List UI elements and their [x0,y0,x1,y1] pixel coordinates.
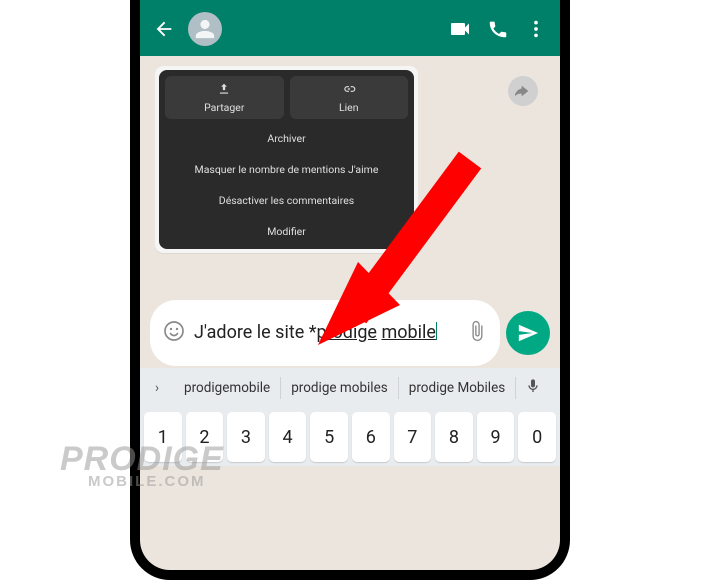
voice-input-button[interactable] [516,378,550,398]
message-input-container: J'adore le site *prodige mobile [150,300,500,366]
expand-suggestions-button[interactable]: › [140,380,174,396]
phone-frame: 00:13 ⏰ 80 % [130,0,570,580]
watermark-line1: PRODIGE [60,444,224,475]
attach-button[interactable] [466,320,488,346]
menu-edit[interactable]: Modifier [165,216,408,247]
text-cursor [436,322,438,340]
menu-link-label: Lien [339,101,359,114]
app-bar [140,2,560,56]
key-5[interactable]: 5 [310,412,348,462]
message-input[interactable]: J'adore le site *prodige mobile [194,322,458,345]
menu-link[interactable]: Lien [290,76,409,119]
key-8[interactable]: 8 [435,412,473,462]
key-9[interactable]: 9 [477,412,515,462]
status-bar: 00:13 ⏰ 80 % [140,0,560,2]
emoji-button[interactable] [162,319,186,347]
composer-row: J'adore le site *prodige mobile [150,300,550,366]
key-6[interactable]: 6 [352,412,390,462]
key-3[interactable]: 3 [227,412,265,462]
suggestion-2[interactable]: prodige mobiles [281,377,399,399]
menu-disable-comments[interactable]: Désactiver les commentaires [165,185,408,216]
key-7[interactable]: 7 [394,412,432,462]
chat-area: Partager Lien Archiver Masquer le nombre… [140,56,560,316]
video-call-button[interactable] [446,15,474,43]
keyboard-suggestions: › prodigemobile prodige mobiles prodige … [140,368,560,408]
suggestion-1[interactable]: prodigemobile [174,377,281,399]
input-underlined-2: mobile [381,322,435,343]
share-icon [169,82,280,99]
contact-avatar[interactable] [188,12,222,46]
suggestion-3[interactable]: prodige Mobiles [399,377,516,399]
forward-bubble[interactable] [508,76,538,106]
attached-preview: Partager Lien Archiver Masquer le nombre… [155,66,418,253]
more-options-button[interactable] [522,15,550,43]
menu-hide-likes[interactable]: Masquer le nombre de mentions J'aime [165,154,408,185]
voice-call-button[interactable] [484,15,512,43]
menu-share-label: Partager [204,101,244,114]
input-underlined-1: prodige [317,322,377,343]
menu-archive[interactable]: Archiver [165,123,408,154]
watermark: PRODIGE MOBILE.COM [60,444,224,488]
back-button[interactable] [150,15,178,43]
watermark-line2: MOBILE.COM [88,475,224,489]
link-icon [294,82,405,99]
input-prefix: J'adore le site * [194,322,317,343]
key-0[interactable]: 0 [518,412,556,462]
menu-share[interactable]: Partager [165,76,284,119]
context-menu: Partager Lien Archiver Masquer le nombre… [159,70,414,249]
key-4[interactable]: 4 [269,412,307,462]
send-button[interactable] [506,311,550,355]
